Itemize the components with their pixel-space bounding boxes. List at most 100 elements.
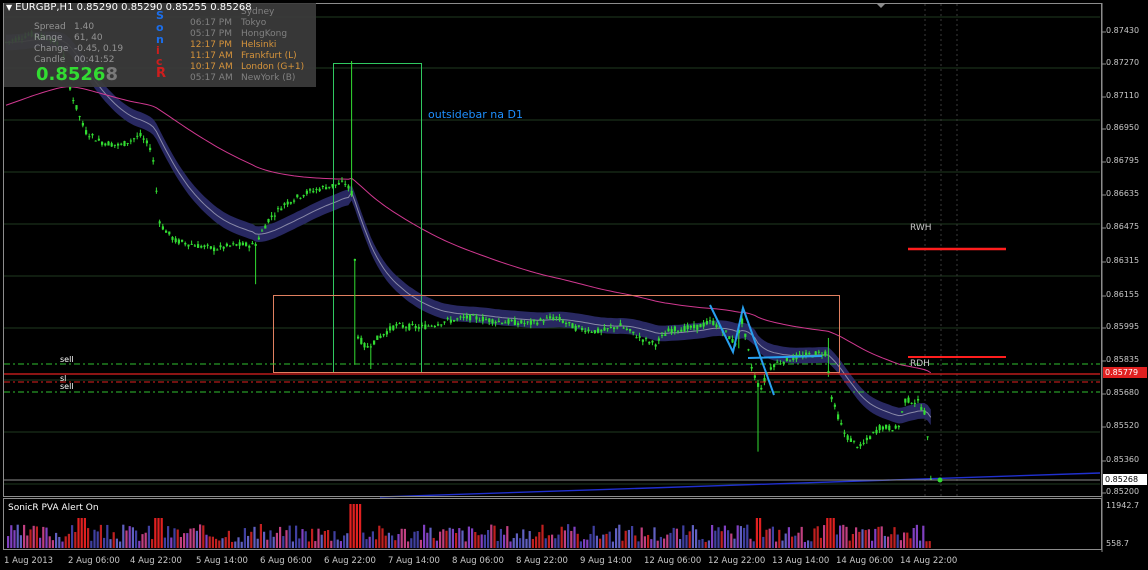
volume-bar — [266, 539, 269, 548]
candle-body — [648, 342, 651, 344]
candle-body — [200, 245, 203, 248]
pva-axis-min: 558.7 — [1106, 539, 1129, 548]
candle-body — [465, 315, 468, 319]
volume-bar — [496, 540, 499, 548]
candle-body — [497, 320, 500, 322]
candle-body — [606, 328, 609, 330]
volume-bar — [906, 532, 909, 548]
caret-down-icon[interactable]: ▼ — [6, 3, 12, 12]
candle-body — [88, 136, 91, 138]
candle-body — [174, 238, 177, 243]
candle-body — [827, 370, 830, 374]
candle-body — [360, 337, 363, 344]
candle-body — [91, 134, 94, 136]
candle-body — [421, 325, 424, 327]
candle-body — [193, 245, 196, 247]
volume-bar — [816, 526, 819, 548]
candle-body — [149, 147, 152, 151]
volume-bar — [896, 534, 899, 548]
volume-bar — [515, 533, 518, 548]
volume-bar — [861, 529, 864, 548]
outside-bar-annotation: outsidebar na D1 — [428, 108, 523, 121]
volume-bar — [231, 541, 234, 548]
volume-bar — [202, 525, 205, 548]
volume-bar — [381, 528, 384, 548]
candle-body — [344, 183, 347, 185]
volume-bar — [762, 536, 765, 548]
price-axis-label: 0.85680 — [1106, 388, 1140, 397]
volume-bar — [90, 540, 93, 548]
candle-body — [133, 138, 136, 140]
candle-body — [693, 324, 696, 329]
volume-bar — [109, 539, 112, 548]
candle-body — [769, 367, 772, 370]
candle-body — [609, 327, 612, 329]
candle-body — [625, 328, 628, 330]
candle-body — [712, 320, 715, 325]
candle-body — [565, 323, 568, 325]
volume-bar — [480, 534, 483, 548]
volume-bar — [39, 537, 42, 548]
candle-body — [744, 333, 747, 337]
volume-bar — [576, 533, 579, 548]
candle-body — [312, 190, 315, 193]
candle-body — [337, 182, 340, 185]
candle-body — [110, 143, 113, 147]
candle-body — [635, 337, 638, 339]
candle-body — [670, 329, 673, 333]
candle-body — [430, 325, 433, 327]
volume-bar — [227, 530, 230, 548]
volume-bar — [42, 526, 45, 548]
candle-body — [248, 245, 251, 248]
volume-bar — [83, 518, 86, 548]
volume-bar — [29, 529, 32, 548]
session-time: 06:17 PM — [190, 18, 232, 28]
volume-bar — [647, 534, 650, 548]
time-axis-label: 14 Aug 22:00 — [900, 556, 958, 566]
candle-body — [747, 349, 750, 351]
time-axis-label: 4 Aug 22:00 — [130, 556, 182, 566]
pva-volume-bars — [7, 504, 931, 548]
time-axis-label: 8 Aug 06:00 — [452, 556, 504, 566]
candle-body — [539, 318, 542, 321]
candle-body — [478, 320, 481, 322]
candle-body — [469, 314, 472, 321]
candle-body — [302, 195, 305, 197]
candle-body — [283, 203, 286, 205]
volume-bar — [432, 537, 435, 548]
ema-line — [5, 86, 1101, 498]
candle-body — [590, 331, 593, 333]
candle-body — [603, 327, 606, 331]
volume-bar — [653, 527, 656, 548]
candle-body — [526, 321, 529, 323]
candle-body — [683, 326, 686, 332]
volume-bar — [192, 528, 195, 548]
volume-bar — [909, 538, 912, 548]
volume-bar — [509, 541, 512, 548]
volume-bar — [445, 530, 448, 548]
volume-bar — [269, 530, 272, 548]
volume-bar — [55, 532, 58, 548]
volume-bar — [339, 541, 342, 548]
candle-body — [145, 140, 148, 144]
candle-body — [597, 328, 600, 333]
candle-body — [293, 200, 296, 202]
candle-body — [251, 242, 254, 245]
candle-body — [926, 436, 929, 438]
candle-body — [555, 316, 558, 318]
volume-bar — [631, 526, 634, 548]
candle-body — [245, 242, 248, 246]
candle-body — [917, 399, 920, 401]
volume-bar — [243, 528, 246, 548]
candle-body — [545, 317, 548, 319]
volume-bar — [797, 532, 800, 548]
price-axis-label: 0.86155 — [1106, 290, 1140, 299]
candle-body — [373, 340, 376, 345]
candle-body — [872, 431, 875, 433]
volume-bar — [183, 533, 186, 548]
volume-bar — [807, 540, 810, 548]
volume-bar — [131, 527, 134, 548]
volume-bar — [867, 529, 870, 548]
candle-body — [485, 319, 488, 321]
candle-body — [824, 351, 827, 356]
